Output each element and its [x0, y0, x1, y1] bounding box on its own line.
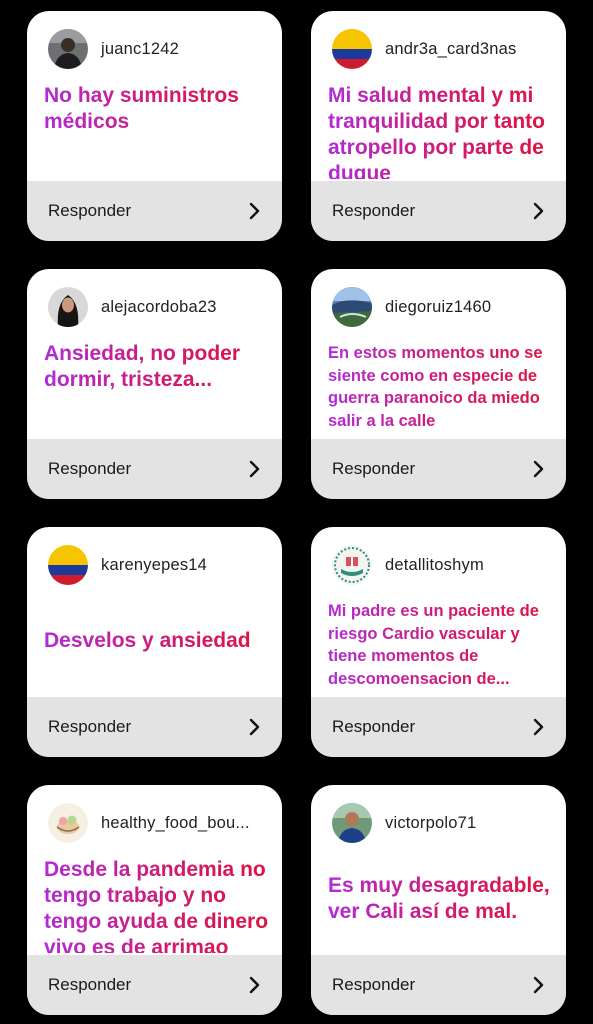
response-card[interactable]: juanc1242 No hay suministros médicos Res…: [27, 11, 282, 241]
chevron-right-icon: [533, 976, 544, 994]
card-user[interactable]: juanc1242: [48, 28, 179, 70]
response-message-text: Desvelos y ansiedad: [44, 629, 251, 652]
chevron-right-icon: [249, 976, 260, 994]
card-user[interactable]: healthy_food_bou...: [48, 802, 250, 844]
reply-button[interactable]: Responder: [27, 439, 282, 499]
chevron-right-icon: [249, 718, 260, 736]
response-message: Es muy desagradable, ver Cali así de mal…: [328, 849, 556, 949]
avatar[interactable]: [48, 287, 88, 327]
reply-button[interactable]: Responder: [311, 697, 566, 757]
response-card[interactable]: diegoruiz1460 En estos momentos uno se s…: [311, 269, 566, 499]
chevron-right-icon: [533, 718, 544, 736]
colombia-flag-avatar-icon: [48, 545, 88, 585]
avatar[interactable]: [332, 287, 372, 327]
response-message: Desde la pandemia no tengo trabajo y no …: [44, 857, 272, 953]
username[interactable]: victorpolo71: [385, 814, 476, 833]
landscape-avatar-icon: [332, 287, 372, 327]
colombia-flag-avatar-icon: [332, 29, 372, 69]
card-user[interactable]: detallitoshym: [332, 544, 484, 586]
question-responses-grid: juanc1242 No hay suministros médicos Res…: [0, 0, 593, 1024]
reply-label: Responder: [332, 459, 416, 478]
reply-label: Responder: [48, 975, 132, 994]
username[interactable]: andr3a_card3nas: [385, 40, 516, 59]
response-message-text: Es muy desagradable, ver Cali así de mal…: [328, 874, 550, 923]
avatar[interactable]: [48, 545, 88, 585]
reply-label: Responder: [332, 975, 416, 994]
username[interactable]: juanc1242: [101, 40, 179, 59]
reply-button[interactable]: Responder: [311, 181, 566, 241]
card-user[interactable]: victorpolo71: [332, 802, 476, 844]
chevron-right-icon: [249, 202, 260, 220]
response-card[interactable]: karenyepes14 Desvelos y ansiedad Respond…: [27, 527, 282, 757]
response-card[interactable]: detallitoshym Mi padre es un paciente de…: [311, 527, 566, 757]
reply-button[interactable]: Responder: [27, 697, 282, 757]
reply-label: Responder: [332, 201, 416, 220]
response-message: Ansiedad, no poder dormir, tristeza...: [44, 341, 272, 437]
username[interactable]: karenyepes14: [101, 556, 207, 575]
response-message: Mi padre es un paciente de riesgo Cardio…: [328, 600, 556, 696]
card-user[interactable]: andr3a_card3nas: [332, 28, 516, 70]
reply-button[interactable]: Responder: [311, 955, 566, 1015]
username[interactable]: alejacordoba23: [101, 298, 217, 317]
username[interactable]: detallitoshym: [385, 556, 484, 575]
food-logo-avatar-icon: [48, 803, 88, 843]
avatar[interactable]: [48, 29, 88, 69]
person-dark-avatar-icon: [48, 29, 88, 69]
avatar[interactable]: [332, 545, 372, 585]
response-card[interactable]: alejacordoba23 Ansiedad, no poder dormir…: [27, 269, 282, 499]
reply-button[interactable]: Responder: [27, 955, 282, 1015]
response-card[interactable]: healthy_food_bou... Desde la pandemia no…: [27, 785, 282, 1015]
card-user[interactable]: diegoruiz1460: [332, 286, 491, 328]
avatar[interactable]: [332, 29, 372, 69]
chevron-right-icon: [533, 460, 544, 478]
username[interactable]: healthy_food_bou...: [101, 814, 250, 833]
response-message: Desvelos y ansiedad: [44, 591, 272, 691]
reply-label: Responder: [48, 201, 132, 220]
reply-label: Responder: [48, 459, 132, 478]
reply-label: Responder: [48, 717, 132, 736]
response-message: En estos momentos uno se siente como en …: [328, 342, 556, 438]
chevron-right-icon: [533, 202, 544, 220]
avatar[interactable]: [48, 803, 88, 843]
card-user[interactable]: karenyepes14: [48, 544, 207, 586]
reply-button[interactable]: Responder: [27, 181, 282, 241]
gift-logo-avatar-icon: [332, 545, 372, 585]
avatar[interactable]: [332, 803, 372, 843]
card-user[interactable]: alejacordoba23: [48, 286, 217, 328]
chevron-right-icon: [249, 460, 260, 478]
man-avatar-icon: [332, 803, 372, 843]
username[interactable]: diegoruiz1460: [385, 298, 491, 317]
response-message: Mi salud mental y mi tranquilidad por ta…: [328, 83, 556, 179]
response-card[interactable]: victorpolo71 Es muy desagradable, ver Ca…: [311, 785, 566, 1015]
response-card[interactable]: andr3a_card3nas Mi salud mental y mi tra…: [311, 11, 566, 241]
reply-button[interactable]: Responder: [311, 439, 566, 499]
response-message: No hay suministros médicos: [44, 83, 272, 179]
woman-avatar-icon: [48, 287, 88, 327]
reply-label: Responder: [332, 717, 416, 736]
